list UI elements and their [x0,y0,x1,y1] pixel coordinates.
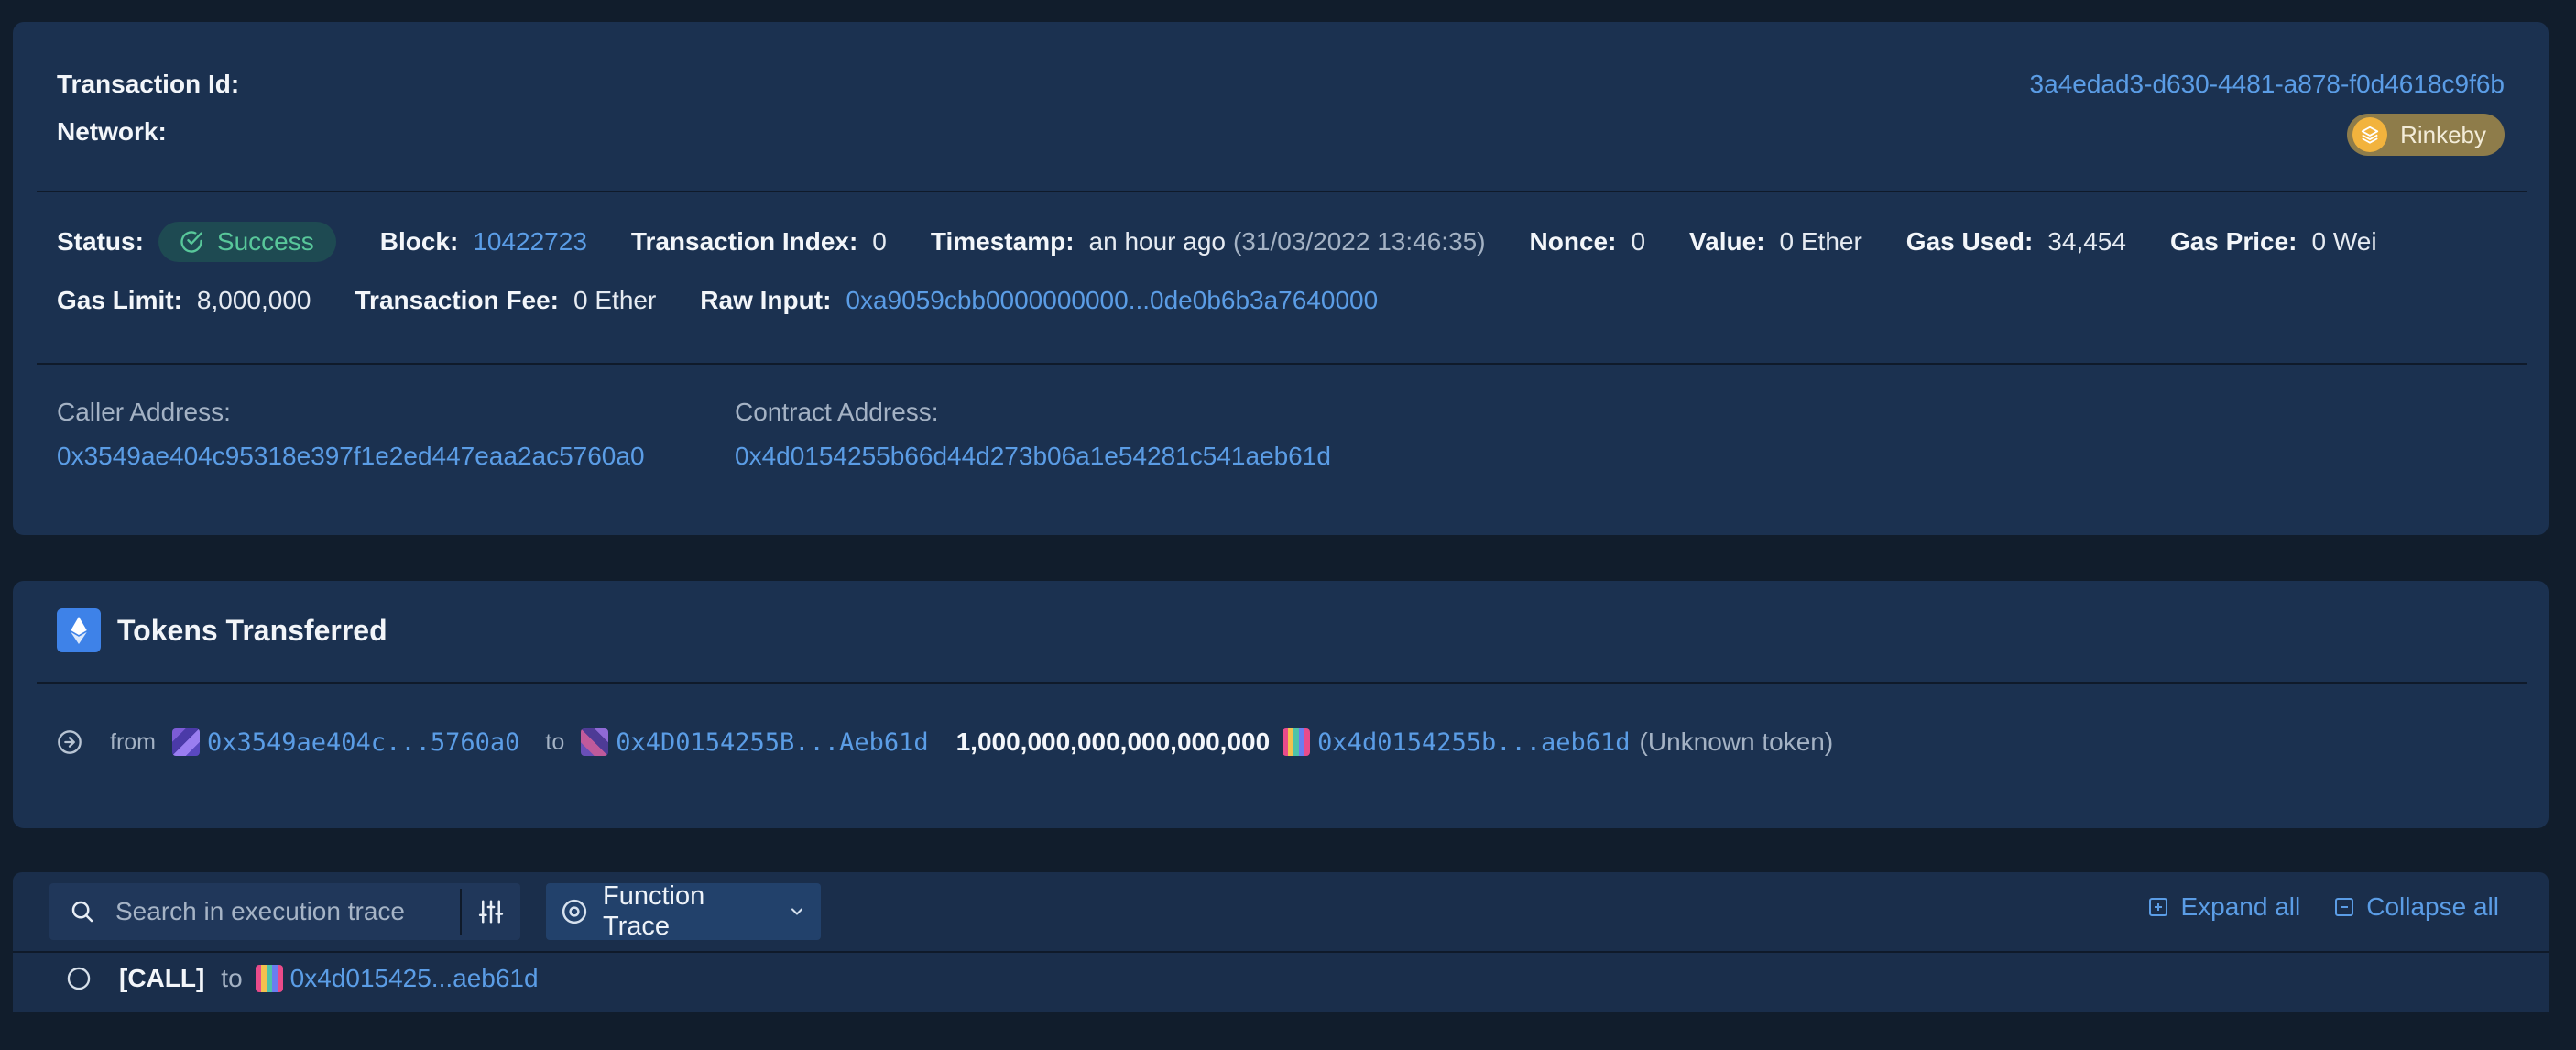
transaction-fee-stat: Transaction Fee: 0 Ether [355,286,657,315]
gas-used-value: 34,454 [2047,227,2126,256]
target-icon [561,898,588,925]
transaction-overview-panel: Transaction Id: 3a4edad3-d630-4481-a878-… [13,22,2549,535]
transfer-amount: 1,000,000,000,000,000,000 [955,727,1271,756]
block-stat: Block: 10422723 [380,227,587,257]
trace-search: Search in execution trace [49,883,520,940]
network-name: Rinkeby [2400,120,2486,148]
trace-mode-dropdown[interactable]: Function Trace [546,881,821,941]
chevron-down-icon [788,902,806,921]
nonce-value: 0 [1631,227,1646,256]
gas-used-label: Gas Used: [1905,227,2034,256]
ethereum-icon [57,608,101,652]
arrow-right-circle-icon [57,729,82,755]
gas-limit-label: Gas Limit: [57,286,182,314]
token-address-link[interactable]: 0x4d0154255b...aeb61d [1317,728,1630,757]
transaction-index-stat: Transaction Index: 0 [631,227,887,257]
transaction-fee-value: 0 Ether [573,286,657,314]
call-to-label: to [221,964,243,992]
raw-input-stat: Raw Input: 0xa9059cbb0000000000...0de0b6… [700,286,1378,315]
timestamp-relative: an hour ago [1088,227,1226,256]
transaction-id-label: Transaction Id: [57,70,240,98]
search-icon [49,898,115,925]
from-identicon [172,728,200,756]
sliders-icon[interactable] [462,898,520,925]
to-address-link[interactable]: 0x4D0154255B...Aeb61d [616,728,928,757]
contract-address-link[interactable]: 0x4d0154255b66d44d273b06a1e54281c541aeb6… [735,442,1331,471]
call-type: [CALL] [119,964,205,992]
status-badge: Success [158,222,336,262]
gas-price-label: Gas Price: [2169,227,2298,256]
layers-icon [2352,117,2388,152]
transaction-index-value: 0 [872,227,887,256]
minus-square-icon [2333,896,2355,918]
nonce-stat: Nonce: 0 [1530,227,1645,257]
caller-address-link[interactable]: 0x3549ae404c95318e397f1e2ed447eaa2ac5760… [57,442,645,471]
divider [13,951,2549,953]
status-label: Status: [57,227,144,256]
tokens-title: Tokens Transferred [117,613,387,647]
gas-used-stat: Gas Used: 34,454 [1906,227,2126,257]
to-label: to [545,728,565,755]
contract-address-label: Contract Address: [735,398,939,426]
block-link[interactable]: 10422723 [473,227,587,257]
collapse-all-label: Collapse all [2366,892,2499,921]
execution-trace-panel: Search in execution trace Function Trace [13,872,2549,1012]
timestamp-absolute: (31/03/2022 13:46:35) [1232,227,1486,256]
expand-all-label: Expand all [2180,892,2301,921]
circle-icon [66,966,92,991]
raw-input-link[interactable]: 0xa9059cbb0000000000...0de0b6b3a7640000 [846,286,1378,315]
stats-row-2: Gas Limit: 8,000,000 Transaction Fee: 0 … [57,286,1422,315]
transaction-id-value[interactable]: 3a4edad3-d630-4481-a878-f0d4618c9f6b [2030,70,2505,99]
gas-limit-stat: Gas Limit: 8,000,000 [57,286,311,315]
value-stat: Value: 0 Ether [1689,227,1862,257]
token-name: (Unknown token) [1639,727,1834,756]
search-input[interactable]: Search in execution trace [115,897,460,926]
status-value: Success [216,227,314,256]
network-label: Network: [57,117,167,146]
stats-row-1: Status: Success Block: 10422723 Transact… [57,222,2421,262]
plus-square-icon [2147,896,2169,918]
tokens-header: Tokens Transferred [57,608,387,652]
gas-limit-value: 8,000,000 [196,286,311,314]
transaction-index-label: Transaction Index: [630,227,858,256]
divider [37,682,2527,684]
status-stat: Status: Success [57,222,336,262]
trace-tools: Expand all Collapse all [2147,892,2499,922]
timestamp-stat: Timestamp: an hour ago (31/03/2022 13:46… [931,227,1486,257]
tokens-transferred-panel: Tokens Transferred from 0x3549ae404c...5… [13,581,2549,828]
nonce-label: Nonce: [1529,227,1617,256]
divider [37,363,2527,365]
raw-input-label: Raw Input: [700,286,832,314]
caller-address-label: Caller Address: [57,398,231,426]
call-identicon [255,965,283,992]
call-address-link[interactable]: 0x4d015425...aeb61d [290,964,539,993]
gas-price-stat: Gas Price: 0 Wei [2170,227,2377,257]
expand-all-button[interactable]: Expand all [2147,892,2300,922]
network-badge: Rinkeby [2347,114,2505,156]
from-address-link[interactable]: 0x3549ae404c...5760a0 [207,728,519,757]
token-identicon [1283,728,1311,756]
trace-mode-label: Function Trace [603,881,705,941]
value-label: Value: [1689,227,1765,256]
check-circle-icon [179,229,204,255]
token-transfer-row: from 0x3549ae404c...5760a0 to 0x4D015425… [57,727,1833,757]
value-value: 0 Ether [1779,227,1862,256]
transaction-fee-label: Transaction Fee: [355,286,560,314]
trace-call-row[interactable]: [CALL] to 0x4d015425...aeb61d [66,964,539,993]
divider [37,191,2527,192]
to-identicon [581,728,609,756]
block-label: Block: [379,227,459,256]
from-label: from [110,728,156,755]
timestamp-label: Timestamp: [930,227,1075,256]
collapse-all-button[interactable]: Collapse all [2333,892,2499,922]
gas-price-value: 0 Wei [2311,227,2377,256]
